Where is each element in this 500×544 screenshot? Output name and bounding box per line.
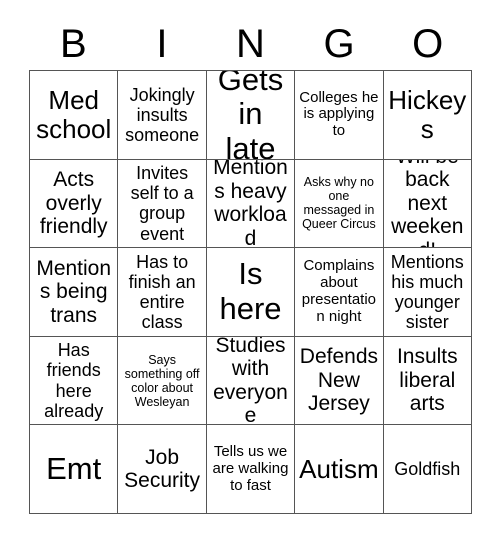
bingo-cell[interactable]: Emt [30, 425, 119, 514]
bingo-cell[interactable]: Mentions being trans [30, 248, 119, 337]
bingo-grid: Med school Jokingly insults someone Gets… [29, 70, 472, 514]
bingo-cell-label: Mentions his much younger sister [390, 251, 464, 333]
bingo-cell[interactable]: Acts overly friendly [30, 159, 119, 249]
bingo-cell[interactable]: Goldfish [383, 425, 472, 514]
bingo-cell-label: Asks why no one messaged in Queer Circus [302, 175, 376, 232]
bingo-cell-label: Jokingly insults someone [125, 84, 200, 145]
bingo-cell[interactable]: Mentions heavy workload [206, 159, 296, 249]
bingo-cell-label: Will be back next weekend! [391, 160, 464, 248]
bingo-cell-label: Studies with everyone [213, 336, 288, 426]
bingo-cell[interactable]: Autism [295, 425, 384, 514]
bingo-cell[interactable]: Defends New Jersey [295, 336, 384, 426]
bingo-cell[interactable]: Says something off color about Wesleyan [118, 336, 207, 426]
bingo-cell-label: Insults liberal arts [396, 345, 458, 416]
bingo-cell[interactable]: Studies with everyone [206, 336, 296, 426]
header-letter-o: O [412, 22, 444, 66]
bingo-cell[interactable]: Gets in late [206, 71, 296, 160]
bingo-cell[interactable]: Insults liberal arts [383, 336, 472, 426]
bingo-cell[interactable]: Tells us we are walking to fast [206, 425, 296, 514]
bingo-cell[interactable]: Mentions his much younger sister [383, 248, 472, 337]
bingo-cell[interactable]: Has to finish an entire class [118, 248, 207, 337]
bingo-cell-label: Autism [299, 453, 379, 484]
header-letter-i: I [156, 22, 168, 66]
bingo-cell-label: Complains about presentation night [301, 257, 376, 325]
bingo-cell-label: Hickeys [388, 84, 467, 144]
bingo-cell[interactable]: Hickeys [383, 71, 472, 160]
bingo-cell-label: Mentions heavy workload [213, 159, 288, 249]
bingo-cell-label: Emt [46, 450, 102, 486]
bingo-cell-label: Defends New Jersey [299, 345, 378, 416]
bingo-cell[interactable]: Job Security [118, 425, 207, 514]
bingo-cell-label: Job Security [124, 445, 201, 493]
bingo-cell-label: Goldfish [394, 459, 461, 480]
bingo-cell[interactable]: Has friends here already [30, 336, 119, 426]
header-letter-n: N [236, 22, 265, 66]
bingo-cell-center[interactable]: Is here [206, 248, 296, 337]
bingo-cell-label: Acts overly friendly [39, 168, 108, 239]
bingo-cell-label: Tells us we are walking to fast [212, 442, 289, 494]
bingo-cell-label: Invites self to a group event [130, 163, 194, 244]
bingo-card: B I N G O Med school Jokingly insults so… [0, 0, 500, 544]
bingo-cell-label: Has friends here already [44, 340, 104, 421]
header-letter-b: B [59, 22, 87, 66]
bingo-cell-label: Is here [219, 256, 282, 326]
bingo-header: B I N G O [29, 18, 472, 70]
bingo-cell[interactable]: Will be back next weekend! [383, 159, 472, 249]
bingo-cell[interactable]: Asks why no one messaged in Queer Circus [295, 159, 384, 249]
bingo-cell-label: Med school [36, 84, 112, 144]
bingo-cell[interactable]: Med school [30, 71, 119, 160]
bingo-cell-label: Has to finish an entire class [128, 251, 196, 333]
bingo-cell-label: Gets in late [217, 71, 284, 160]
bingo-cell-label: Says something off color about Wesleyan [124, 352, 200, 409]
header-letter-g: G [323, 22, 355, 66]
bingo-cell[interactable]: Jokingly insults someone [118, 71, 207, 160]
bingo-cell-label: Colleges he is applying to [299, 88, 379, 140]
bingo-cell[interactable]: Complains about presentation night [295, 248, 384, 337]
bingo-cell[interactable]: Invites self to a group event [118, 159, 207, 249]
bingo-cell-label: Mentions being trans [36, 256, 112, 327]
bingo-cell[interactable]: Colleges he is applying to [295, 71, 384, 160]
